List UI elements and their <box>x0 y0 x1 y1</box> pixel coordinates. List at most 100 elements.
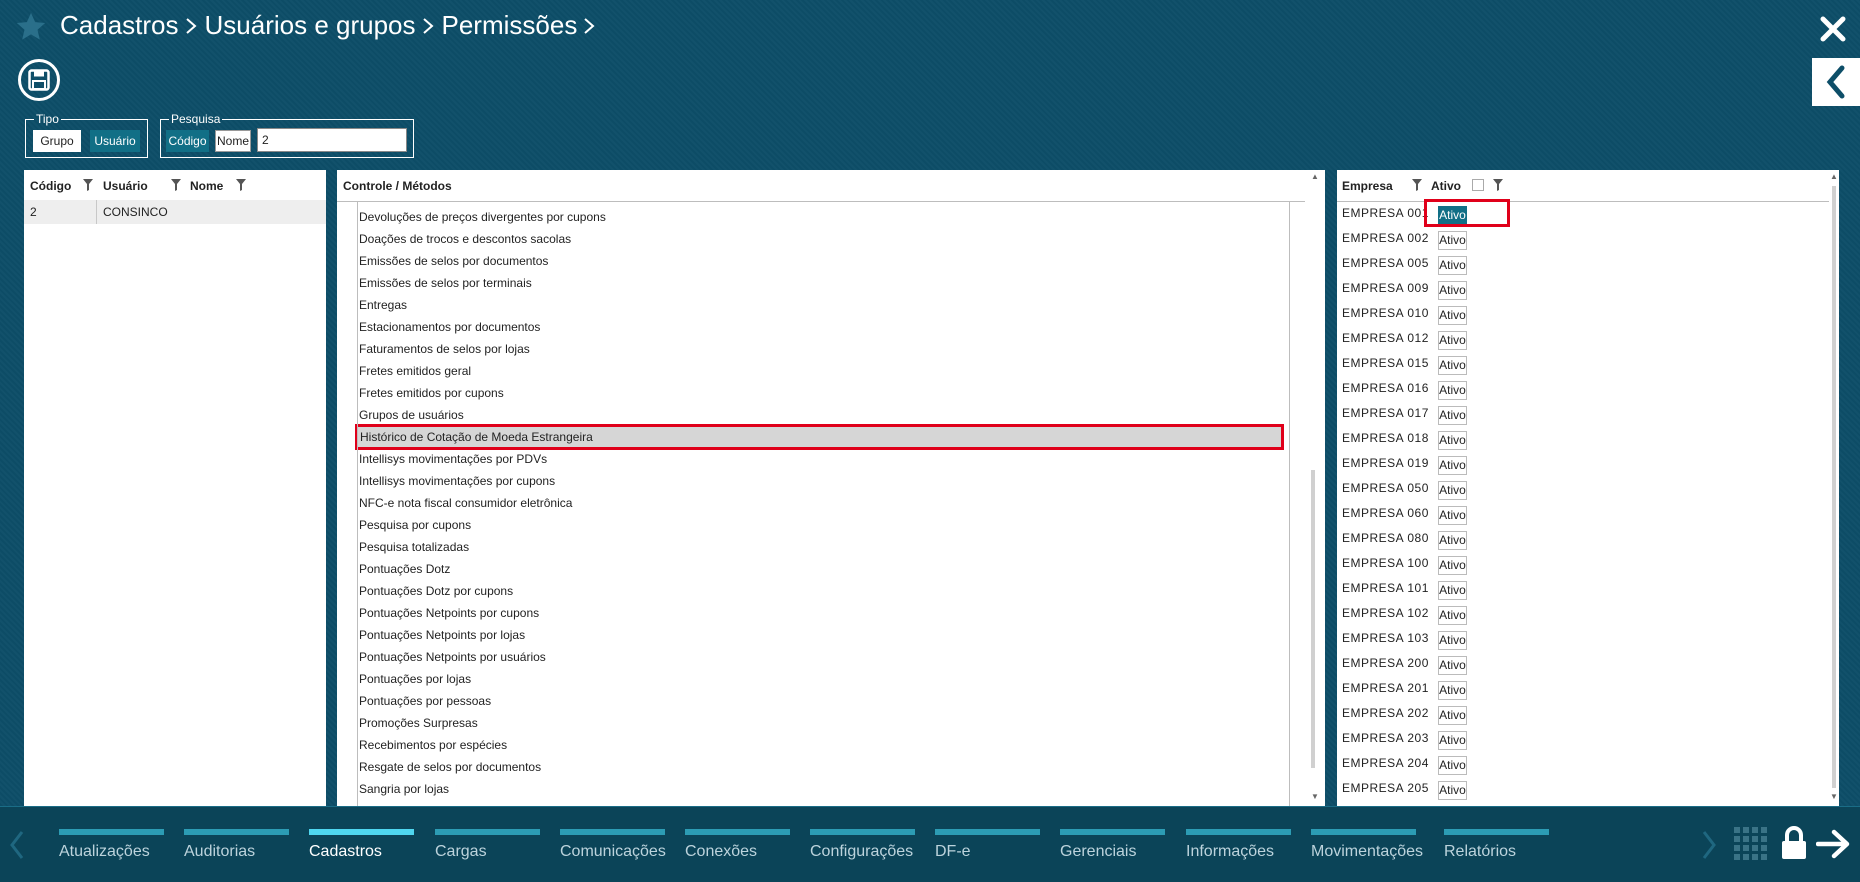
ativo-toggle[interactable]: Ativo <box>1438 706 1467 725</box>
nav-tab-8[interactable]: Gerenciais <box>1060 829 1165 861</box>
close-icon[interactable] <box>1818 14 1848 44</box>
ativo-toggle[interactable]: Ativo <box>1438 331 1467 350</box>
companies-scrollbar[interactable]: ▲ ▼ <box>1829 170 1839 806</box>
nav-tab-0[interactable]: Atualizações <box>59 829 164 861</box>
list-item[interactable]: Intellisys movimentações por cupons <box>359 471 555 491</box>
search-input[interactable] <box>257 128 407 152</box>
ativo-toggle[interactable]: Ativo <box>1438 481 1467 500</box>
list-item[interactable]: Doações de trocos e descontos sacolas <box>359 229 571 249</box>
ativo-toggle[interactable]: Ativo <box>1438 781 1467 800</box>
table-row[interactable]: 2 CONSINCO <box>24 200 326 224</box>
logout-arrow-icon[interactable] <box>1816 829 1852 859</box>
list-item[interactable]: Pontuações Netpoints por lojas <box>359 625 525 645</box>
scroll-up-icon[interactable]: ▲ <box>1830 172 1838 181</box>
ativo-toggle[interactable]: Ativo <box>1438 406 1467 425</box>
star-icon[interactable] <box>14 10 48 44</box>
ativo-toggle[interactable]: Ativo <box>1438 306 1467 325</box>
breadcrumb-item-usuarios-e-grupos[interactable]: Usuários e grupos <box>205 10 436 41</box>
list-item[interactable]: Sangria por lojas <box>359 779 449 799</box>
nav-next-icon[interactable] <box>1700 829 1718 861</box>
list-item[interactable]: Pontuações Netpoints por usuários <box>359 647 546 667</box>
nav-tab-6[interactable]: Configurações <box>810 829 915 861</box>
ativo-toggle[interactable]: Ativo <box>1438 431 1467 450</box>
list-item[interactable]: Faturamentos de selos por lojas <box>359 339 530 359</box>
cell-divider <box>96 200 97 224</box>
grid-menu-icon[interactable] <box>1734 827 1768 861</box>
ativo-toggle[interactable]: Ativo <box>1438 256 1467 275</box>
ativo-toggle[interactable]: Ativo <box>1438 556 1467 575</box>
save-button[interactable] <box>18 59 60 101</box>
list-item[interactable]: NFC-e nota fiscal consumidor eletrônica <box>359 493 572 513</box>
ativo-toggle[interactable]: Ativo <box>1438 756 1467 775</box>
methods-right-border <box>1289 202 1290 806</box>
list-item[interactable]: Estacionamentos por documentos <box>359 317 540 337</box>
tipo-grupo-button[interactable]: Grupo <box>33 130 81 152</box>
list-item[interactable]: Promoções Surpresas <box>359 713 478 733</box>
list-item[interactable]: Emissões de selos por terminais <box>359 273 532 293</box>
company-name: EMPRESA 002 <box>1342 231 1429 245</box>
methods-scrollbar[interactable]: ▲ ▼ <box>1306 170 1325 806</box>
breadcrumb-item-permissoes[interactable]: Permissões <box>442 10 598 41</box>
nav-tab-10[interactable]: Movimentações <box>1311 829 1423 861</box>
scrollbar-thumb[interactable] <box>1832 186 1836 788</box>
scroll-down-icon[interactable]: ▼ <box>1830 792 1838 801</box>
nav-tab-bar <box>935 829 1040 835</box>
list-item[interactable]: Entregas <box>359 295 407 315</box>
ativo-toggle[interactable]: Ativo <box>1438 606 1467 625</box>
column-header-codigo[interactable]: Código <box>30 179 71 193</box>
list-item[interactable]: Fretes emitidos geral <box>359 361 471 381</box>
ativo-toggle[interactable]: Ativo <box>1438 356 1467 375</box>
column-header-usuario[interactable]: Usuário <box>103 179 148 193</box>
nav-tab-9[interactable]: Informações <box>1186 829 1291 861</box>
pesquisa-nome-button[interactable]: Nome <box>215 130 251 152</box>
filter-icon[interactable] <box>83 179 93 191</box>
ativo-toggle[interactable]: Ativo <box>1438 231 1467 250</box>
scroll-down-icon[interactable]: ▼ <box>1311 792 1319 801</box>
nav-tab-3[interactable]: Cargas <box>435 829 540 861</box>
filter-icon[interactable] <box>236 179 246 191</box>
filter-icon[interactable] <box>171 179 181 191</box>
list-item[interactable]: Pontuações por pessoas <box>359 691 491 711</box>
list-item[interactable]: Resgate de selos por documentos <box>359 757 541 777</box>
list-item[interactable]: Pesquisa totalizadas <box>359 537 469 557</box>
tipo-usuario-button[interactable]: Usuário <box>90 130 140 152</box>
nav-prev-icon[interactable] <box>8 829 26 861</box>
list-item[interactable]: Devoluções de preços divergentes por cup… <box>359 207 606 227</box>
list-item[interactable]: Pontuações por lojas <box>359 669 471 689</box>
ativo-toggle[interactable]: Ativo <box>1438 281 1467 300</box>
list-item[interactable]: Intellisys movimentações por PDVs <box>359 449 547 469</box>
scrollbar-thumb[interactable] <box>1311 470 1315 768</box>
ativo-toggle[interactable]: Ativo <box>1438 681 1467 700</box>
company-name: EMPRESA 012 <box>1342 331 1429 345</box>
ativo-toggle[interactable]: Ativo <box>1438 581 1467 600</box>
ativo-toggle[interactable]: Ativo <box>1438 531 1467 550</box>
list-item[interactable]: Pesquisa por cupons <box>359 515 471 535</box>
nav-tab-4[interactable]: Comunicações <box>560 829 666 861</box>
company-name: EMPRESA 200 <box>1342 656 1429 670</box>
pesquisa-codigo-button[interactable]: Código <box>166 130 209 152</box>
list-item[interactable]: Pontuações Dotz por cupons <box>359 581 513 601</box>
nav-tab-5[interactable]: Conexões <box>685 829 790 861</box>
list-item[interactable]: Fretes emitidos por cupons <box>359 383 504 403</box>
list-item[interactable]: Grupos de usuários <box>359 405 464 425</box>
ativo-toggle[interactable]: Ativo <box>1438 656 1467 675</box>
breadcrumb-item-cadastros[interactable]: Cadastros <box>60 10 199 41</box>
nav-tab-2[interactable]: Cadastros <box>309 829 414 861</box>
ativo-toggle[interactable]: Ativo <box>1438 506 1467 525</box>
methods-list: Devoluções de preços divergentes por cup… <box>337 170 1305 806</box>
nav-tab-1[interactable]: Auditorias <box>184 829 289 861</box>
list-item[interactable]: Recebimentos por espécies <box>359 735 507 755</box>
ativo-toggle[interactable]: Ativo <box>1438 381 1467 400</box>
column-header-nome[interactable]: Nome <box>190 179 223 193</box>
list-item[interactable]: Pontuações Dotz <box>359 559 450 579</box>
nav-tab-7[interactable]: DF-e <box>935 829 1040 861</box>
ativo-toggle[interactable]: Ativo <box>1438 456 1467 475</box>
list-item[interactable]: Pontuações Netpoints por cupons <box>359 603 539 623</box>
nav-tab-11[interactable]: Relatórios <box>1444 829 1549 861</box>
lock-icon[interactable] <box>1780 825 1808 861</box>
ativo-toggle[interactable]: Ativo <box>1438 631 1467 650</box>
scroll-up-icon[interactable]: ▲ <box>1311 172 1319 181</box>
list-item[interactable]: Emissões de selos por documentos <box>359 251 548 271</box>
ativo-toggle[interactable]: Ativo <box>1438 731 1467 750</box>
back-button[interactable] <box>1812 58 1860 106</box>
